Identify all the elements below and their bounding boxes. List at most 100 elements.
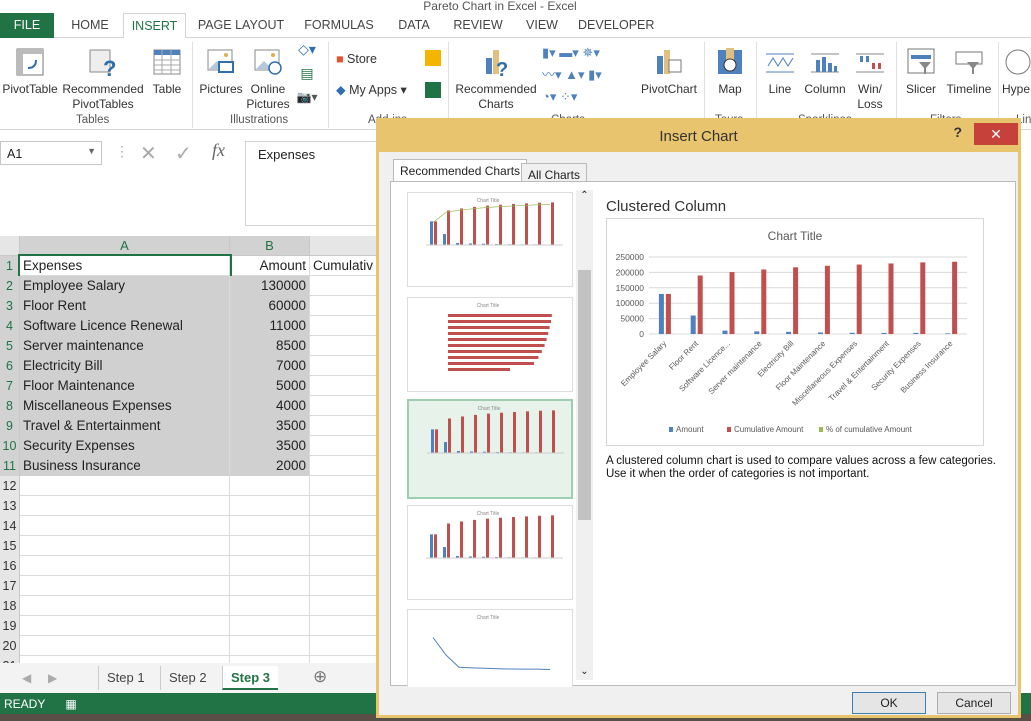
table-button[interactable]: Table: [148, 46, 186, 97]
sparkline-line-button[interactable]: Line: [762, 46, 798, 97]
shapes-button[interactable]: ◇▾: [294, 42, 320, 57]
chart-type-buttons[interactable]: ▮▾ ▬▾ ✵▾ 〰▾ ▲▾ ▮▾ ◔▾ ⁘▾: [542, 42, 638, 108]
row-header[interactable]: 11: [0, 456, 20, 476]
cell-c[interactable]: [310, 456, 380, 476]
row-header[interactable]: 1: [0, 256, 20, 276]
cell-c[interactable]: [310, 276, 380, 296]
sheet-tab-step-1[interactable]: Step 1: [98, 666, 153, 690]
cell-b[interactable]: 130000: [230, 276, 310, 296]
pivotchart-button[interactable]: PivotChart: [640, 46, 698, 97]
cell-b[interactable]: 5000: [230, 376, 310, 396]
recommended-pivottables-button[interactable]: ? Recommended PivotTables: [62, 46, 144, 112]
tab-file[interactable]: FILE: [0, 13, 54, 38]
column-header-b[interactable]: B: [230, 236, 310, 256]
cell-b[interactable]: 4000: [230, 396, 310, 416]
row-header[interactable]: 14: [0, 516, 20, 536]
pivottable-button[interactable]: PivotTable: [0, 46, 60, 97]
close-button[interactable]: ✕: [974, 123, 1018, 145]
row-header[interactable]: 18: [0, 596, 20, 616]
scrollbar-thumb[interactable]: [578, 270, 591, 520]
sheet-tab-step-2[interactable]: Step 2: [160, 666, 215, 690]
hyperlink-button[interactable]: Hype: [1002, 46, 1031, 97]
select-all[interactable]: [0, 236, 20, 256]
cell-a[interactable]: Floor Maintenance: [20, 376, 230, 396]
tab-review[interactable]: REVIEW: [450, 13, 506, 38]
cell-a[interactable]: [20, 636, 230, 656]
cell-b[interactable]: [230, 596, 310, 616]
chevron-down-icon[interactable]: ▼: [87, 146, 96, 156]
row-header[interactable]: 3: [0, 296, 20, 316]
insert-function-icon[interactable]: fx: [212, 140, 225, 161]
row-header[interactable]: 20: [0, 636, 20, 656]
cell-c[interactable]: [310, 576, 380, 596]
cell-a[interactable]: Miscellaneous Expenses: [20, 396, 230, 416]
row-header[interactable]: 15: [0, 536, 20, 556]
row-header[interactable]: 8: [0, 396, 20, 416]
cancel-icon[interactable]: ✕: [140, 141, 157, 166]
scroll-right-icon[interactable]: ▶: [48, 671, 57, 685]
tab-insert[interactable]: INSERT: [123, 13, 186, 39]
sparkline-winloss-button[interactable]: Win/Loss: [852, 46, 888, 112]
cell-b[interactable]: [230, 516, 310, 536]
online-pictures-button[interactable]: Online Pictures: [246, 46, 290, 112]
cell-b[interactable]: 8500: [230, 336, 310, 356]
cell-b[interactable]: [230, 536, 310, 556]
cell-c[interactable]: [310, 596, 380, 616]
chart-thumbnail[interactable]: Chart Title: [407, 609, 573, 687]
cell-a[interactable]: [20, 516, 230, 536]
cell-a[interactable]: [20, 476, 230, 496]
chart-thumbnail[interactable]: Chart Title: [407, 399, 573, 499]
ok-button[interactable]: OK: [852, 692, 926, 714]
cell-c[interactable]: [310, 496, 380, 516]
row-header[interactable]: 12: [0, 476, 20, 496]
cell-b[interactable]: [230, 476, 310, 496]
cell-a[interactable]: Employee Salary: [20, 276, 230, 296]
cell-c[interactable]: [310, 356, 380, 376]
sparkline-column-button[interactable]: Column: [802, 46, 848, 97]
cell-b[interactable]: [230, 616, 310, 636]
cell-a[interactable]: Floor Rent: [20, 296, 230, 316]
cell-b[interactable]: [230, 556, 310, 576]
cell-b[interactable]: 3500: [230, 416, 310, 436]
timeline-button[interactable]: Timeline: [944, 46, 994, 97]
cell-c[interactable]: [310, 536, 380, 556]
row-header[interactable]: 5: [0, 336, 20, 356]
cell-c[interactable]: [310, 556, 380, 576]
cell-c[interactable]: [310, 296, 380, 316]
cell-c[interactable]: [310, 336, 380, 356]
cell-c[interactable]: [310, 416, 380, 436]
bing-icon[interactable]: [425, 50, 441, 66]
cell-c[interactable]: [310, 476, 380, 496]
row-header[interactable]: 16: [0, 556, 20, 576]
tab-data[interactable]: DATA: [390, 13, 438, 38]
cell-a[interactable]: Business Insurance: [20, 456, 230, 476]
help-icon[interactable]: ?: [953, 124, 962, 140]
tab-home[interactable]: HOME: [62, 13, 118, 38]
tab-developer[interactable]: DEVELOPER: [578, 13, 654, 38]
scroll-left-icon[interactable]: ◀: [22, 671, 31, 685]
cell-b[interactable]: Amount: [230, 256, 310, 276]
chart-thumbnail[interactable]: Chart Title: [407, 192, 573, 287]
recommended-charts-button[interactable]: ? Recommended Charts: [452, 46, 540, 112]
cell-b[interactable]: 3500: [230, 436, 310, 456]
cancel-button[interactable]: Cancel: [937, 692, 1011, 714]
row-header[interactable]: 4: [0, 316, 20, 336]
scroll-down-icon[interactable]: ⌄: [576, 666, 593, 680]
cell-a[interactable]: Travel & Entertainment: [20, 416, 230, 436]
row-header[interactable]: 17: [0, 576, 20, 596]
cell-a[interactable]: [20, 556, 230, 576]
cell-b[interactable]: [230, 496, 310, 516]
cell-a[interactable]: Security Expenses: [20, 436, 230, 456]
enter-icon[interactable]: ✓: [175, 141, 192, 166]
column-header-c[interactable]: [310, 236, 380, 256]
tab-recommended-charts[interactable]: Recommended Charts: [393, 159, 528, 183]
cell-a[interactable]: [20, 596, 230, 616]
tab-formulas[interactable]: FORMULAS: [300, 13, 378, 38]
sheet-tab-step-3[interactable]: Step 3: [222, 666, 279, 690]
cell-a[interactable]: [20, 536, 230, 556]
apps-for-office-icon[interactable]: [425, 82, 441, 98]
pictures-button[interactable]: Pictures: [198, 46, 244, 97]
cell-b[interactable]: [230, 636, 310, 656]
cell-b[interactable]: [230, 576, 310, 596]
cell-b[interactable]: 7000: [230, 356, 310, 376]
